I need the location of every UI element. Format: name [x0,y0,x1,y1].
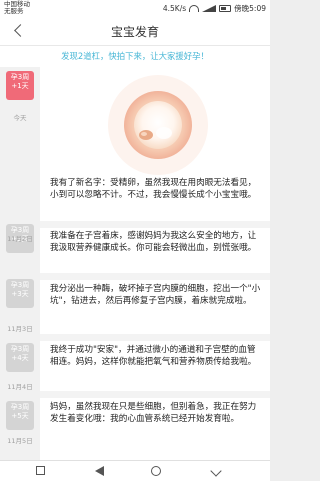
sidebar-day-5[interactable]: 孕3周 +5天 [6,401,34,430]
day-week-label: 孕3周 [10,345,30,353]
day-sidebar: 孕3周 +1天 今天 孕3周 +2天 11月2日 孕3周 +3天 11月3日 孕… [0,67,40,460]
wifi-icon [189,5,200,12]
entry-text: 我终于成功"安家"，并通过微小的通道和子宫壁的血管相连。妈妈，这样你就能把氧气和… [50,345,257,367]
status-time: 傍晚5:09 [234,4,266,13]
sidebar-day-3[interactable]: 孕3周 +3天 [6,279,34,308]
system-nav-bar [0,460,270,481]
status-bar: 中国移动 无服务 4.5K/s 傍晚5:09 [0,0,270,17]
entry-divider [40,273,270,280]
day-date-label: 11月2日 [7,235,33,243]
promo-banner-text[interactable]: 发现2道杠，快拍下来，让大家援好孕！ [0,46,270,67]
nav-back-icon[interactable] [95,466,104,476]
day-date-label: 11月4日 [7,383,33,391]
status-icons: 4.5K/s 傍晚5:09 [163,3,266,14]
entry-text: 我有了新名字：受精卵，虽然我现在用肉眼无法看见，小到可以忽略不计。不过，我会慢慢… [50,178,257,200]
day-date-label: 11月5日 [7,437,33,445]
day-offset-label: +4天 [11,354,29,362]
entry-divider [40,391,270,398]
fertilized-egg-illustration [108,75,208,175]
entry-text: 我准备在子宫着床，感谢妈妈为我这么安全的地方，让我汲取营养健康成长。你可能会轻微… [50,231,257,253]
promo-banner[interactable]: 发现2道杠，快拍下来，让大家援好孕！ [0,45,270,67]
day-offset-label: +3天 [11,290,29,298]
network-speed: 4.5K/s [162,4,187,13]
signal-icon [202,5,217,12]
carrier-status: 无服务 [4,7,24,15]
app-header: 宝宝发育 [0,17,270,45]
page-title: 宝宝发育 [110,25,159,39]
sidebar-day-1[interactable]: 孕3周 +1天 [6,71,34,100]
day-date-label: 今天 [13,114,27,122]
day-week-label: 孕3周 [10,73,30,81]
chevron-down-icon[interactable] [210,465,222,477]
entry-text: 我分泌出一种酶，破坏掉子宫内膜的细胞，挖出一个"小坑"，钻进去，然后再修复子宫内… [50,284,261,306]
home-icon[interactable] [151,466,161,476]
day-week-label: 孕3周 [10,403,30,411]
entry-divider [40,221,270,228]
day-offset-label: +5天 [11,412,29,420]
entry-text: 妈妈，虽然我现在只是些细胞，但别着急，我正在努力发生着变化哦：我的心血管系统已经… [50,402,257,424]
battery-icon [219,5,232,12]
carrier-info: 中国移动 无服务 [4,1,30,15]
day-week-label: 孕3周 [10,281,30,289]
day-date-label: 11月3日 [7,325,33,333]
entry-divider [40,334,270,341]
development-feed[interactable]: 我有了新名字：受精卵，虽然我现在用肉眼无法看见，小到可以忽略不计。不过，我会慢慢… [40,67,270,460]
recent-apps-icon[interactable] [36,466,45,475]
sidebar-day-4[interactable]: 孕3周 +4天 [6,343,34,372]
day-offset-label: +1天 [11,82,29,90]
